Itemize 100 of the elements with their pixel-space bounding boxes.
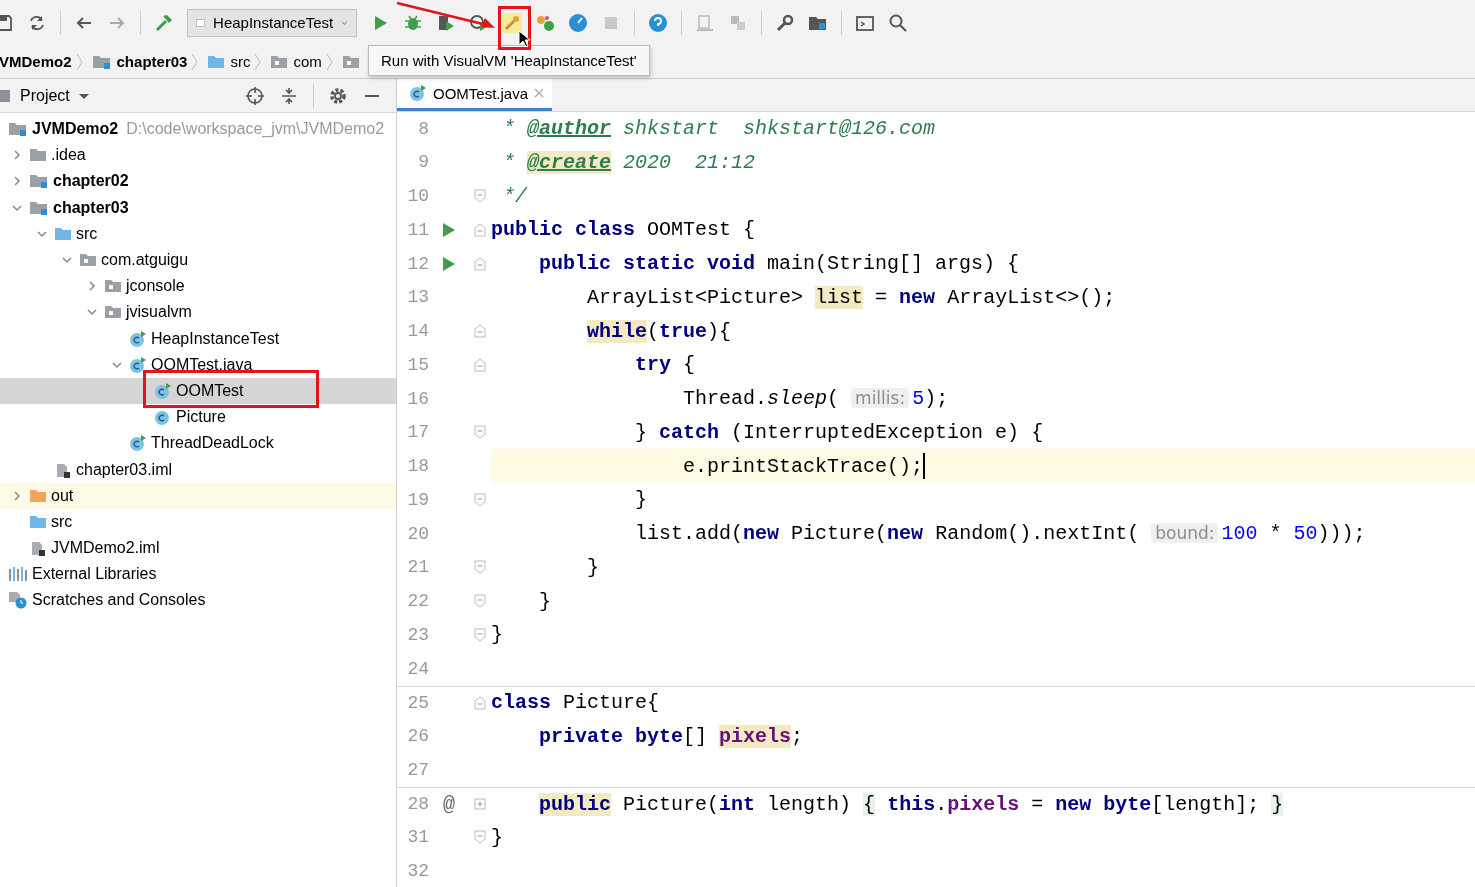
code-line: private byte[] pixels; <box>538 724 804 748</box>
wrench-icon[interactable] <box>775 12 795 33</box>
line-number: 8 <box>417 118 429 139</box>
package-folder-icon <box>79 252 97 269</box>
collapse-all-icon[interactable] <box>279 85 299 106</box>
mouse-cursor-icon <box>518 30 530 48</box>
tree-item[interactable]: chapter03.iml <box>0 456 396 483</box>
run-configuration-dropdown[interactable]: HeapInstanceTest <box>187 8 357 37</box>
package-folder-icon <box>270 53 289 70</box>
line-number: 14 <box>406 321 429 342</box>
breadcrumb-separator-icon <box>75 52 83 71</box>
module-folder-icon <box>29 173 49 190</box>
breadcrumb-item[interactable]: com <box>267 53 326 70</box>
line-number: 12 <box>406 253 429 274</box>
class-icon <box>409 84 427 103</box>
breadcrumb-item[interactable]: chapter03 <box>88 53 192 70</box>
tree-item[interactable]: src <box>0 220 396 247</box>
package-folder-icon <box>341 53 360 70</box>
gauge-icon[interactable] <box>568 12 588 33</box>
tree-item[interactable]: OOMTest.java <box>0 351 396 378</box>
code-line: ArrayList<Picture> list = new ArrayList<>(); <box>586 285 1116 309</box>
code-line: class Picture{ <box>491 691 660 715</box>
line-number: 11 <box>406 219 429 240</box>
search-icon[interactable] <box>888 12 908 33</box>
code-line: * @author shkstart shkstart@126.com <box>502 117 936 141</box>
file-icon <box>29 539 47 558</box>
code-line: e.printStackTrace(); <box>682 454 924 478</box>
close-icon[interactable] <box>534 88 545 99</box>
attach-icon[interactable] <box>695 12 715 33</box>
tree-item[interactable]: out <box>0 482 396 509</box>
tree-item[interactable]: ThreadDeadLock <box>0 430 396 457</box>
folder-icon <box>29 513 47 530</box>
crosshair-icon[interactable] <box>245 85 265 106</box>
tree-item[interactable]: chapter03 <box>0 194 396 221</box>
tooltip: Run with VisualVM 'HeapInstanceTest' <box>368 45 650 76</box>
tree-item[interactable]: jconsole <box>0 273 396 300</box>
line-number: 32 <box>406 861 429 882</box>
tree-item[interactable]: src <box>0 508 396 535</box>
code-line: } <box>491 623 503 647</box>
line-number: 13 <box>406 287 429 308</box>
code-line: } <box>491 825 503 849</box>
hammer-icon[interactable] <box>154 12 174 33</box>
code-line: } <box>538 589 552 613</box>
visualvm-icon[interactable] <box>502 12 522 33</box>
tree-item[interactable]: Picture <box>0 404 396 431</box>
tree-item[interactable]: Scratches and Consoles <box>0 587 396 614</box>
panel-icon <box>0 88 12 103</box>
tree-item[interactable]: HeapInstanceTest <box>0 325 396 352</box>
tree-item[interactable]: JVMDemo2.iml <box>0 535 396 562</box>
chevron-right-icon[interactable] <box>86 280 98 293</box>
breadcrumb-separator-icon <box>254 52 262 71</box>
line-number: 17 <box>406 422 429 443</box>
line-number: 23 <box>406 624 429 645</box>
tree-item[interactable]: OOMTest <box>0 377 396 405</box>
library-bars-icon <box>8 566 28 583</box>
annotation-marker[interactable]: @ <box>443 792 455 816</box>
class-icon <box>129 329 147 348</box>
settings-icon[interactable] <box>328 85 348 106</box>
folder-icon <box>29 487 47 504</box>
run-icon[interactable] <box>442 221 456 238</box>
help-gauge-icon[interactable] <box>648 12 668 33</box>
tree-item[interactable]: chapter02 <box>0 168 396 195</box>
unfold-icon[interactable] <box>474 798 486 811</box>
editor-tab[interactable]: OOMTest.java <box>397 79 553 111</box>
package-folder-icon <box>104 278 122 295</box>
line-number: 22 <box>406 591 429 612</box>
tree-item[interactable]: JVMDemo2 D:\code\workspace_jvm\JVMDemo2 <box>0 116 396 143</box>
code-line: Thread.sleep( millis: 5); <box>682 387 949 411</box>
folder-icon <box>54 225 72 242</box>
class-icon <box>154 408 172 427</box>
folder-icon <box>29 147 47 164</box>
tree-item[interactable]: jvisualvm <box>0 299 396 326</box>
class-icon <box>154 381 172 400</box>
folder-icon <box>207 53 226 70</box>
breadcrumb-item[interactable]: src <box>204 53 255 70</box>
code-line: public Picture(int length) { this.pixels = new byte[length]; } <box>538 792 1284 816</box>
save-icon[interactable] <box>0 12 14 33</box>
module-folder-icon <box>29 199 49 216</box>
code-line: } catch (InterruptedException e) { <box>634 420 1044 444</box>
breadcrumb-separator-icon <box>325 52 333 71</box>
project-view-dropdown[interactable]: Project <box>0 86 90 105</box>
line-number: 27 <box>406 759 429 780</box>
chevron-right-icon[interactable] <box>11 175 23 188</box>
line-number: 31 <box>406 827 429 848</box>
chevron-right-icon[interactable] <box>11 149 23 162</box>
tree-item[interactable]: com.atguigu <box>0 246 396 274</box>
line-number: 20 <box>406 523 429 544</box>
line-number: 24 <box>406 658 429 679</box>
run-icon[interactable] <box>442 255 456 272</box>
class-icon <box>129 434 147 453</box>
code-line: } <box>634 488 648 512</box>
chevron-right-icon[interactable] <box>11 489 23 502</box>
line-number: 25 <box>406 692 429 713</box>
code-line: list.add(new Picture(new Random().nextInt( bound: 100 * 50))); <box>634 522 1366 546</box>
line-number: 26 <box>406 726 429 747</box>
breadcrumb-separator-icon <box>191 52 199 71</box>
tree-item[interactable]: External Libraries <box>0 561 396 588</box>
code-line: public class OOMTest { <box>491 218 756 242</box>
class-icon <box>129 355 147 374</box>
tree-item[interactable]: .idea <box>0 142 396 169</box>
